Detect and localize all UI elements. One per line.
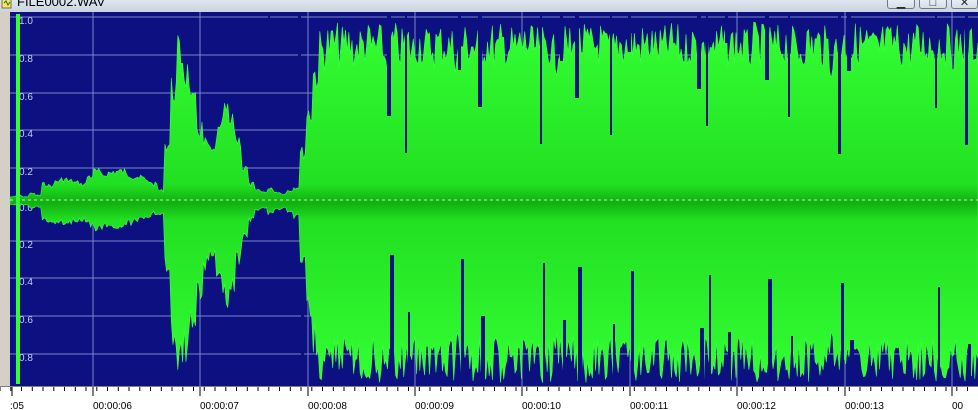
amplitude-label: 1.0 (19, 16, 33, 27)
amplitude-label: 0.8 (19, 54, 33, 65)
left-margin (0, 12, 10, 386)
amplitude-label: 0.4 (19, 129, 33, 140)
waveform-gap (706, 12, 708, 126)
waveform-gap (560, 12, 563, 61)
waveform-gap (461, 259, 464, 386)
waveform-gap (481, 316, 485, 386)
waveform-gap (768, 279, 772, 386)
waveform-gap (700, 328, 704, 386)
waveform-gap (850, 340, 854, 386)
waveform-gap (301, 308, 304, 386)
waveform-gap (610, 12, 612, 135)
maximize-button[interactable]: □ (919, 0, 947, 9)
waveform-gap (765, 12, 769, 80)
waveform-gap (697, 12, 701, 89)
waveform-gap (268, 12, 270, 42)
waveform-panel[interactable]: 1.0 0.8 0.6 0.4 0.2 0.0 0.2 0.4 0.6 0.8 (0, 12, 978, 386)
amplitude-label: 0.4 (19, 277, 33, 288)
waveform-gap (938, 287, 940, 386)
close-button[interactable]: ✕ (951, 0, 978, 9)
waveform-gap (728, 332, 731, 386)
waveform-gap (563, 320, 566, 386)
waveform-gap (965, 12, 968, 145)
waveform-gap (709, 275, 711, 386)
waveform-gap (478, 12, 482, 107)
amplitude-label: 0.2 (19, 240, 33, 251)
waveform-display[interactable]: 1.00.80.60.40.20.00.20.40.60.8 (0, 12, 978, 386)
waveform-gap (271, 361, 273, 386)
amplitude-label: 0.8 (19, 353, 33, 364)
waveform-gap (575, 12, 579, 98)
waveform-gap (458, 12, 461, 70)
waveform-gap (838, 12, 841, 154)
waveform-gap (725, 12, 728, 43)
waveform-gap (387, 12, 391, 116)
waveform-gap (298, 12, 301, 79)
waveform-gap (847, 12, 851, 71)
amplitude-label: 0.6 (19, 315, 33, 326)
waveform-gap (841, 283, 844, 386)
waveform-gap (578, 267, 582, 386)
waveform-gap (788, 12, 790, 117)
waveform-gap (613, 324, 615, 386)
amplitude-label: 0.6 (19, 92, 33, 103)
waveform-gap (791, 336, 793, 386)
waveform-gap (405, 12, 407, 153)
waveform-gap (628, 12, 631, 52)
ruler-ticks: :05 00:00:06 00:00:07 00:00:08 00:00:09 00:00… (0, 387, 968, 410)
file-icon (1, 0, 12, 9)
waveform-gap (390, 255, 394, 386)
waveform-gap (935, 12, 937, 108)
minimize-button[interactable]: ▁ (887, 0, 915, 9)
waveform-gap (631, 271, 634, 386)
waveform-gap (543, 263, 545, 386)
left-channel-marker (16, 14, 20, 384)
time-ruler[interactable]: :05 00:00:06 00:00:07 00:00:08 00:00:09 00:00… (0, 386, 978, 410)
waveform-gap (408, 312, 410, 386)
amplitude-label: 0.2 (19, 167, 33, 178)
window-title: FILE0002.WAV (17, 0, 106, 9)
waveform-gap (540, 12, 542, 144)
waveform-gap (968, 344, 971, 386)
